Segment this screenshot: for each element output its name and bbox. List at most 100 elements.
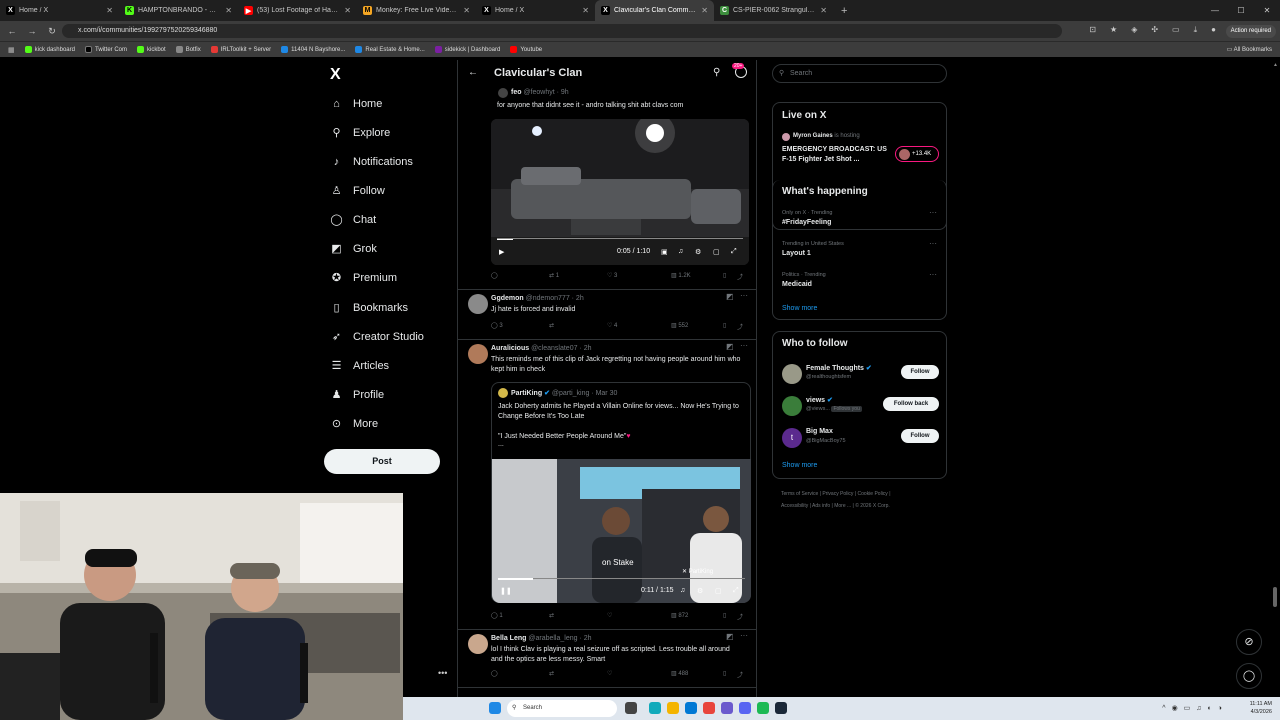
share-icon[interactable]: ⤴: [737, 670, 743, 679]
follow-button[interactable]: Follow: [901, 365, 939, 379]
footer-link[interactable]: Cookie Policy: [858, 491, 888, 497]
share-icon[interactable]: ⤴: [737, 612, 743, 621]
profile-avatar-icon[interactable]: ●: [1211, 25, 1216, 35]
bookmark-item[interactable]: kick dashboard: [24, 46, 75, 53]
puzzle-icon[interactable]: ✣: [1151, 25, 1158, 35]
system-tray[interactable]: ^◉▭♫◐◑: [1162, 704, 1228, 712]
nav-creator-studio[interactable]: ➶ Creator Studio: [330, 330, 424, 344]
nav-home[interactable]: ⌂ Home: [330, 97, 382, 110]
taskbar-clock[interactable]: 11:11 AM 4/3/2026: [1250, 700, 1272, 716]
more-options-icon[interactable]: ···: [929, 270, 937, 279]
pip-icon[interactable]: ▢: [715, 587, 722, 595]
trend-topic[interactable]: Layout 1: [782, 250, 811, 257]
bookmark-icon[interactable]: ▯: [723, 272, 737, 281]
avatar[interactable]: [782, 396, 802, 416]
follow-back-button[interactable]: Follow back: [883, 397, 939, 411]
user-name[interactable]: Big Max: [806, 428, 833, 435]
scrollbar-thumb[interactable]: [1273, 587, 1277, 607]
share-icon[interactable]: ⤴: [737, 322, 743, 331]
install-icon[interactable]: ⊡: [1089, 25, 1096, 35]
bookmark-item[interactable]: Twitter Com: [84, 46, 127, 53]
tweet[interactable]: Bella Leng @arabella_leng · 2h ◩ ··· lol…: [458, 630, 756, 688]
pause-icon[interactable]: ❚❚: [500, 587, 512, 595]
show-more-link[interactable]: Show more: [782, 462, 817, 469]
nav-articles[interactable]: ☰ Articles: [330, 359, 390, 373]
bookmark-item[interactable]: sidekick | Dashboard: [434, 46, 500, 53]
quote-video[interactable]: on Stake ✕ PartiKing ❚❚ 0:11 / 1:15 ♫ ⚙ …: [492, 459, 751, 603]
browser-tab-active[interactable]: X Clavicular's Clan Communi ✕: [595, 0, 714, 21]
grok-icon[interactable]: ◩: [726, 342, 734, 351]
bookmark-item[interactable]: Real Estate & Home...: [355, 46, 425, 53]
views-button[interactable]: ▥ 1.2K: [671, 272, 723, 281]
new-tab-button[interactable]: +: [833, 5, 855, 17]
follow-button[interactable]: Follow: [901, 429, 939, 443]
search-input[interactable]: ⚲ Search: [772, 64, 947, 83]
download-icon[interactable]: ⤓: [1194, 25, 1198, 35]
bookmark-item[interactable]: Youtube: [510, 46, 542, 53]
bookmark-item[interactable]: 11404 N Bayshore...: [281, 46, 345, 53]
extension-icon[interactable]: ◈: [1131, 25, 1137, 35]
reply-button[interactable]: ◯ 1: [491, 612, 549, 621]
more-options-icon[interactable]: ···: [740, 631, 748, 640]
quoted-tweet[interactable]: PartiKing ✔ @parti_king · Mar 30 Jack Do…: [491, 382, 751, 603]
messages-float-button[interactable]: ◯: [1236, 663, 1262, 689]
task-view-icon[interactable]: [625, 702, 637, 714]
retweet-button[interactable]: ⇄: [549, 612, 607, 621]
spotify-app-icon[interactable]: [757, 702, 769, 714]
nav-explore[interactable]: ⚲ Explore: [330, 126, 390, 140]
live-host-line[interactable]: Myron Gaines is hosting: [793, 133, 860, 139]
browser-tab[interactable]: M Monkey: Free Live Video C ✕: [357, 0, 476, 21]
search-icon[interactable]: ⚲: [713, 67, 720, 78]
more-options-icon[interactable]: ···: [740, 341, 748, 350]
action-required-button[interactable]: Action required: [1225, 25, 1276, 38]
retweet-button[interactable]: ⇄: [549, 322, 607, 331]
nav-chat[interactable]: ◯ Chat: [330, 213, 376, 227]
close-icon[interactable]: ✕: [582, 6, 589, 15]
browser-tab[interactable]: X Home / X ✕: [0, 0, 119, 21]
browser-tab[interactable]: C CS-PIER-0062 Strangulation - s ✕: [714, 0, 833, 21]
url-field[interactable]: x.com/i/communities/1992797520259346880: [62, 24, 1062, 38]
scroll-up-icon[interactable]: ▲: [1273, 62, 1278, 68]
tweet-author[interactable]: Ggdemon @ndemon777 · 2h: [491, 295, 584, 302]
browser-tab[interactable]: X Home / X ✕: [476, 0, 595, 21]
pip-icon[interactable]: ▢: [713, 248, 720, 256]
follow-user-name[interactable]: Female Thoughts ✔: [806, 364, 872, 372]
close-icon[interactable]: ✕: [344, 6, 351, 15]
avatar[interactable]: t: [782, 428, 802, 448]
footer-link[interactable]: More ...: [834, 503, 851, 509]
show-more-link[interactable]: Show more: [782, 305, 817, 312]
tweet-author[interactable]: Bella Leng @arabella_leng · 2h: [491, 635, 592, 642]
bookmark-icon[interactable]: ▯: [723, 322, 737, 331]
tweet[interactable]: feo @feowhyt · 9h for anyone that didnt …: [458, 86, 756, 290]
post-button[interactable]: Post: [324, 449, 440, 474]
settings-icon[interactable]: ⚙: [697, 587, 703, 595]
avatar[interactable]: [468, 344, 488, 364]
close-window-icon[interactable]: ✕: [1254, 0, 1280, 21]
account-menu-icon[interactable]: •••: [438, 668, 447, 678]
more-options-icon[interactable]: ···: [740, 291, 748, 300]
captions-icon[interactable]: ▣: [661, 248, 668, 256]
trend-topic[interactable]: Medicaid: [782, 281, 812, 288]
trend-topic[interactable]: #FridayFeeling: [782, 219, 831, 226]
footer-link[interactable]: Accessibility: [781, 503, 808, 509]
avatar[interactable]: [498, 88, 508, 98]
views-button[interactable]: ▥ 552: [671, 322, 723, 331]
sidepanel-icon[interactable]: ▭: [1172, 25, 1180, 35]
bookmark-item[interactable]: kickbot: [137, 46, 166, 53]
fullscreen-icon[interactable]: ⤢: [733, 587, 739, 595]
chrome-app-icon[interactable]: [703, 702, 715, 714]
close-icon[interactable]: ✕: [106, 6, 113, 15]
close-icon[interactable]: ✕: [463, 6, 470, 15]
tweet[interactable]: Ggdemon @ndemon777 · 2h ◩ ··· Jj hate is…: [458, 290, 756, 340]
nav-grok[interactable]: ◩ Grok: [330, 242, 377, 256]
volume-icon[interactable]: ♫: [678, 248, 683, 255]
retweet-button[interactable]: ⇄: [549, 670, 607, 679]
file-explorer-icon[interactable]: [667, 702, 679, 714]
steam-app-icon[interactable]: [775, 702, 787, 714]
forward-icon[interactable]: →: [26, 26, 38, 36]
nav-follow[interactable]: ♙ Follow: [330, 184, 385, 198]
views-button[interactable]: ▥ 488: [671, 670, 723, 679]
retweet-button[interactable]: ⇄ 1: [549, 272, 607, 281]
windows-start-icon[interactable]: [489, 702, 501, 714]
footer-link[interactable]: Privacy Policy: [822, 491, 853, 497]
